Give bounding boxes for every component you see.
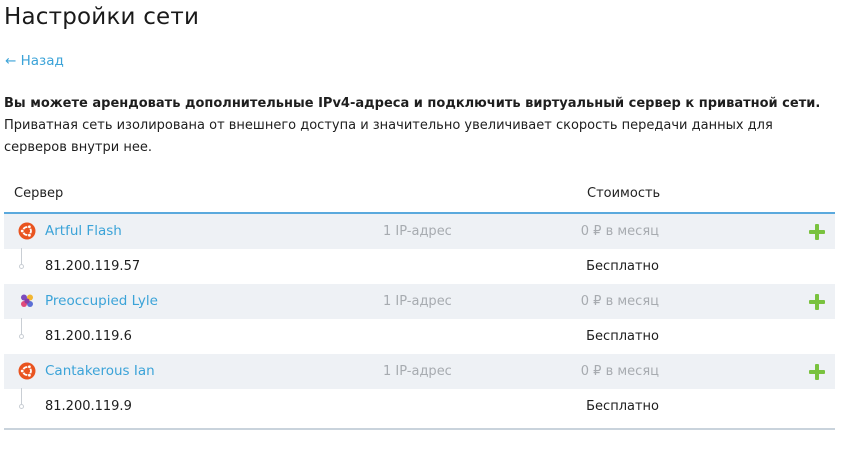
ip-price: Бесплатно (586, 399, 659, 414)
server-name-link[interactable]: Artful Flash (45, 223, 122, 239)
ubuntu-icon (18, 362, 36, 380)
server-name-link[interactable]: Cantakerous Ian (45, 363, 155, 379)
network-settings-page: Настройки сети ← Назад Вы можете арендов… (0, 0, 844, 458)
ip-row: 81.200.119.6 Бесплатно (4, 318, 835, 354)
server-price: 0 ₽ в месяц (580, 224, 659, 239)
tree-node (19, 264, 24, 269)
server-price: 0 ₽ в месяц (580, 294, 659, 309)
table-header: Сервер Стоимость (4, 178, 835, 214)
header-server: Сервер (14, 186, 64, 201)
ip-address: 81.200.119.9 (45, 399, 132, 414)
server-price: 0 ₽ в месяц (580, 364, 659, 379)
page-title: Настройки сети (4, 4, 200, 30)
ip-count: 1 IP-адрес (383, 364, 452, 379)
add-ip-button[interactable] (809, 224, 825, 240)
add-ip-button[interactable] (809, 294, 825, 310)
multicolor-os-icon (21, 294, 33, 307)
header-cost: Стоимость (587, 186, 661, 201)
server-row: Preoccupied Lyle 1 IP-адрес 0 ₽ в месяц (4, 284, 835, 319)
ip-row: 81.200.119.57 Бесплатно (4, 248, 835, 284)
intro-description: Приватная сеть изолирована от внешнего д… (4, 118, 773, 155)
tree-connector (21, 248, 22, 264)
ip-price: Бесплатно (586, 329, 659, 344)
intro-bold: Вы можете арендовать дополнительные IPv4… (4, 96, 821, 111)
server-row: Cantakerous Ian 1 IP-адрес 0 ₽ в месяц (4, 354, 835, 389)
server-row: Artful Flash 1 IP-адрес 0 ₽ в месяц (4, 214, 835, 249)
tree-connector (21, 318, 22, 334)
ip-address: 81.200.119.6 (45, 329, 132, 344)
ip-row: 81.200.119.9 Бесплатно (4, 388, 835, 424)
ip-address: 81.200.119.57 (45, 259, 141, 274)
ip-price: Бесплатно (586, 259, 659, 274)
tree-node (19, 334, 24, 339)
servers-table: Сервер Стоимость Artful Flash 1 IP-адрес… (4, 178, 835, 430)
ip-count: 1 IP-адрес (383, 224, 452, 239)
ip-count: 1 IP-адрес (383, 294, 452, 309)
intro-text: Вы можете арендовать дополнительные IPv4… (4, 93, 824, 159)
tree-connector (21, 388, 22, 404)
add-ip-button[interactable] (809, 364, 825, 380)
server-name-link[interactable]: Preoccupied Lyle (45, 293, 158, 309)
table-footer-divider (4, 428, 835, 430)
tree-node (19, 404, 24, 409)
back-link[interactable]: ← Назад (5, 53, 64, 69)
ubuntu-icon (18, 222, 36, 240)
